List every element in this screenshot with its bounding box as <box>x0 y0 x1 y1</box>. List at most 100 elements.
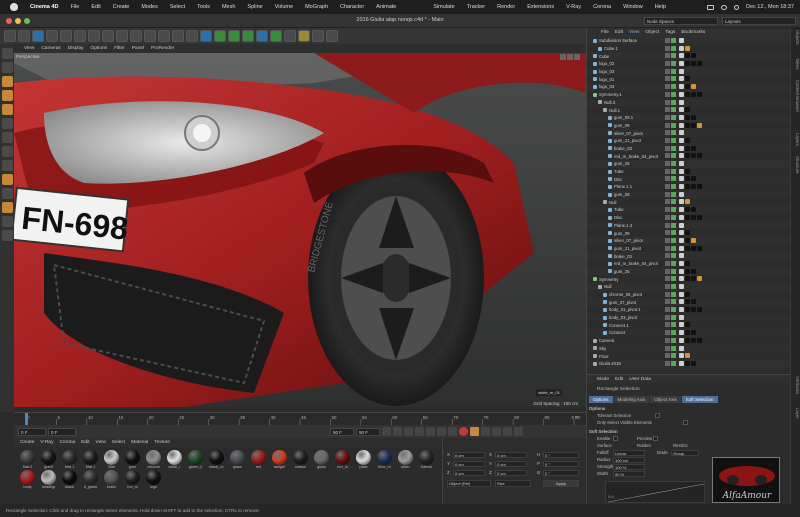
apple-icon[interactable] <box>10 3 18 11</box>
current-frame-field[interactable]: 0 F <box>18 427 46 436</box>
menu-edit[interactable]: Edit <box>85 4 106 10</box>
visibility-dot-icon[interactable] <box>671 137 676 143</box>
visibility-dot-icon[interactable] <box>671 45 676 51</box>
obj-menu-edit[interactable]: Edit <box>615 30 623 35</box>
object-row[interactable]: body_01_pivot.1 <box>587 306 790 314</box>
tag-icon[interactable] <box>685 122 690 128</box>
tab-soft-selection[interactable]: Soft Selection <box>681 396 718 403</box>
material-swatch[interactable]: green_li <box>186 450 205 469</box>
tag-icon[interactable] <box>691 337 696 343</box>
object-row[interactable]: Null.1 <box>587 106 790 114</box>
tag-icon[interactable] <box>679 337 684 343</box>
obj-menu-bookmarks[interactable]: Bookmarks <box>681 30 705 35</box>
visibility-flags[interactable] <box>665 191 676 197</box>
visibility-dot-icon[interactable] <box>665 114 670 120</box>
object-row[interactable]: chrome_06_pivot <box>587 291 790 299</box>
material-swatch[interactable]: Mat.1 <box>60 450 79 469</box>
tag-icon[interactable] <box>685 168 690 174</box>
visibility-dot-icon[interactable] <box>671 230 676 236</box>
undo-icon[interactable] <box>4 30 16 42</box>
menu-volume[interactable]: Volume <box>269 4 299 10</box>
rotation-key-icon[interactable] <box>514 427 523 436</box>
visibility-flags[interactable] <box>665 176 676 182</box>
menu-extensions[interactable]: Extensions <box>521 4 560 10</box>
snap-settings-icon[interactable] <box>1 174 13 185</box>
visibility-flags[interactable] <box>665 222 676 228</box>
autokey-icon[interactable] <box>470 427 479 436</box>
material-swatch[interactable]: rov_m <box>123 470 142 489</box>
wifi-icon[interactable] <box>720 4 727 10</box>
tag-icon[interactable] <box>697 122 702 128</box>
visibility-dot-icon[interactable] <box>671 76 676 82</box>
visibility-dot-icon[interactable] <box>665 145 670 151</box>
record-icon[interactable] <box>459 427 468 436</box>
visibility-flags[interactable] <box>665 45 676 51</box>
visibility-dot-icon[interactable] <box>671 168 676 174</box>
visibility-dot-icon[interactable] <box>671 153 676 159</box>
uv-mode-icon[interactable] <box>1 118 13 129</box>
visibility-dot-icon[interactable] <box>671 353 676 359</box>
menu-corona[interactable]: Corona <box>587 4 617 10</box>
tag-icon[interactable] <box>679 253 684 259</box>
radius-field[interactable]: 100 cm <box>613 457 645 463</box>
menu-create[interactable]: Create <box>107 4 136 10</box>
tag-icon[interactable] <box>691 114 696 120</box>
tab-modeling-axis[interactable]: Modeling Axis <box>613 396 650 403</box>
object-row[interactable]: Symmetry.1 <box>587 91 790 99</box>
size-z-field[interactable]: 0 cm <box>495 470 527 476</box>
object-row[interactable]: Connect.1 <box>587 321 790 329</box>
side-tab-layers[interactable]: Layers <box>795 133 800 146</box>
object-row[interactable]: red_m_brake_04_pivot <box>587 260 790 268</box>
visibility-dot-icon[interactable] <box>665 237 670 243</box>
tag-icon[interactable] <box>685 276 690 282</box>
visibility-dot-icon[interactable] <box>665 284 670 289</box>
object-row[interactable]: Null <box>587 283 790 291</box>
visibility-dot-icon[interactable] <box>671 237 676 243</box>
rot-b-field[interactable]: 0 ° <box>543 470 579 476</box>
mat-menu-edit[interactable]: Edit <box>81 440 89 445</box>
menu-window[interactable]: Window <box>617 4 649 10</box>
zoom-window-icon[interactable] <box>24 18 30 24</box>
tag-icon[interactable] <box>679 330 684 336</box>
rotate-tool-icon[interactable] <box>74 30 86 42</box>
visibility-dot-icon[interactable] <box>665 76 670 82</box>
visibility-dot-icon[interactable] <box>671 268 676 274</box>
start-frame-field[interactable]: 0 F <box>48 427 76 436</box>
render-picture-viewer-icon[interactable] <box>172 30 184 42</box>
visibility-dot-icon[interactable] <box>671 91 676 97</box>
visibility-dot-icon[interactable] <box>665 176 670 182</box>
visibility-flags[interactable] <box>665 207 676 213</box>
tag-icon[interactable] <box>691 184 696 190</box>
object-row[interactable]: Cube <box>587 52 790 61</box>
strength-field[interactable]: 100 % <box>613 464 645 470</box>
visibility-dot-icon[interactable] <box>665 314 670 320</box>
snap-icon[interactable] <box>312 30 324 42</box>
tag-icon[interactable] <box>685 330 690 336</box>
tag-icon[interactable] <box>685 299 690 305</box>
tag-icon[interactable] <box>679 76 684 82</box>
visibility-flags[interactable] <box>665 245 676 251</box>
tag-icon[interactable] <box>691 61 696 67</box>
menu-mograph[interactable]: MoGraph <box>299 4 334 10</box>
object-row[interactable]: logo_03 <box>587 67 790 76</box>
tag-icon[interactable] <box>679 322 684 328</box>
visibility-dot-icon[interactable] <box>671 291 676 297</box>
object-row[interactable]: gum_25 <box>587 267 790 276</box>
object-row[interactable]: Null <box>587 198 790 206</box>
tag-icon[interactable] <box>691 176 696 182</box>
tag-icon[interactable] <box>691 207 696 213</box>
tag-icon[interactable] <box>679 291 684 297</box>
mat-menu-select[interactable]: Select <box>112 440 125 445</box>
visibility-dot-icon[interactable] <box>671 122 676 128</box>
end-frame-field[interactable]: 90 F <box>330 427 354 436</box>
object-row[interactable]: Floor <box>587 352 790 360</box>
tab-object-axis[interactable]: Object Axis <box>650 396 681 403</box>
visibility-dot-icon[interactable] <box>665 337 670 343</box>
width-field[interactable]: 50 % <box>613 471 645 477</box>
material-swatch[interactable]: tailight <box>270 450 289 469</box>
visibility-flags[interactable] <box>665 322 676 328</box>
menu-tracker[interactable]: Tracker <box>461 4 491 10</box>
visibility-flags[interactable] <box>665 114 676 120</box>
y-axis-icon[interactable] <box>116 30 128 42</box>
cube-icon[interactable] <box>200 30 212 42</box>
